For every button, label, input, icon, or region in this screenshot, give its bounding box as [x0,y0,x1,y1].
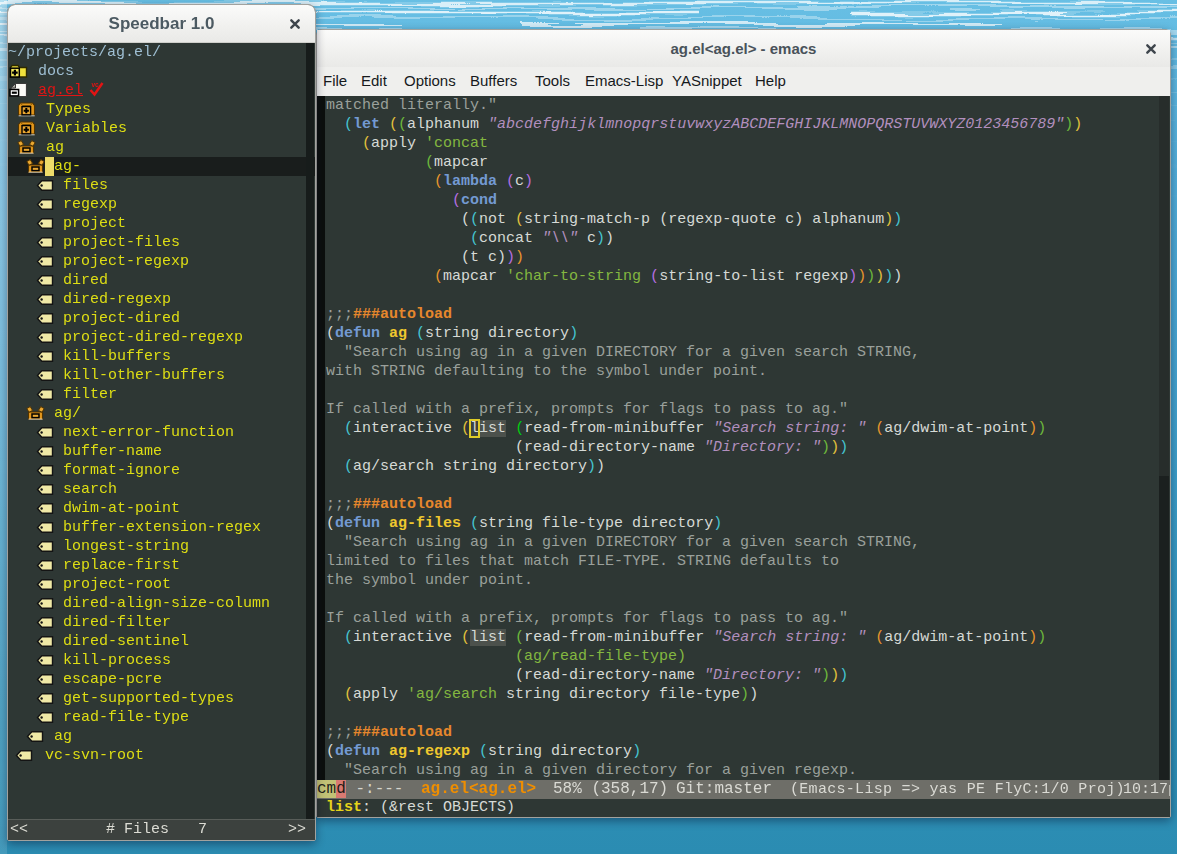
svg-text:vc: vc [92,81,100,88]
